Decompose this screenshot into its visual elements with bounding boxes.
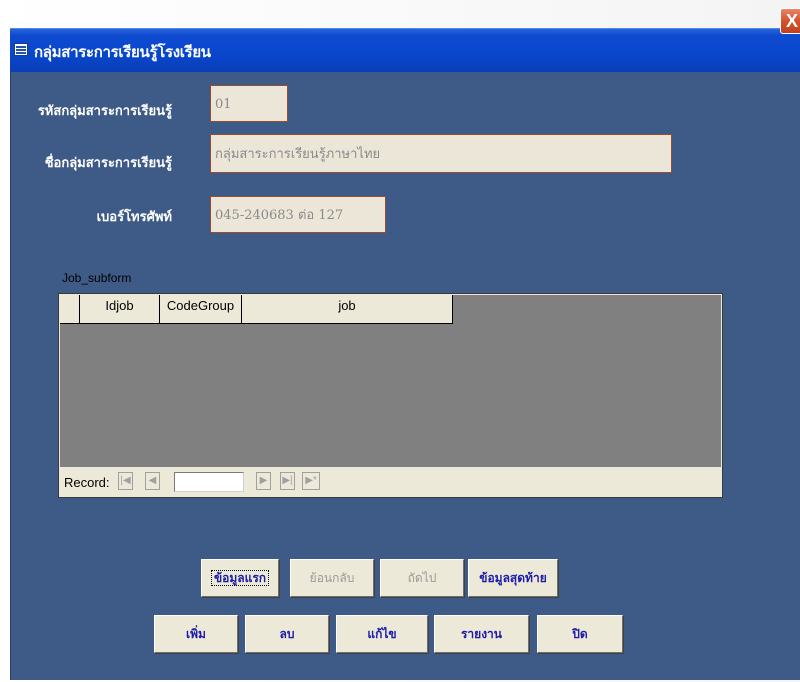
record-number-input[interactable] [174,472,244,492]
next-record-icon[interactable]: ▶ [256,472,271,490]
first-record-button-label: ข้อมูลแรก [210,570,270,586]
add-button[interactable]: เพิ่ม [154,615,238,653]
column-header-job[interactable]: job [242,295,453,324]
column-header-idjob[interactable]: Idjob [80,295,160,324]
group-name-label: ชื่อกลุ่มสาระการเรียนรู้ [44,156,172,171]
close-form-button[interactable]: ปิด [537,615,623,653]
new-record-icon[interactable]: ▶* [302,472,320,490]
first-record-button[interactable]: ข้อมูลแรก [201,559,279,597]
phone-label: เบอร์โทรศัพท์ [96,210,172,225]
edit-button[interactable]: แก้ไข [336,615,428,653]
window-title: กลุ่มสาระการเรียนรู้โรงเรียน [34,43,211,61]
phone-field[interactable]: 045-240683 ต่อ 127 [210,196,386,233]
title-bar: กลุ่มสาระการเรียนรู้โรงเรียน [10,28,800,72]
next-button[interactable]: ถัดไป [380,559,464,597]
first-record-icon[interactable]: |◀ [118,472,133,490]
delete-button[interactable]: ลบ [245,615,329,653]
group-code-label: รหัสกลุ่มสาระการเรียนรู้ [37,104,172,119]
report-button[interactable]: รายงาน [434,615,529,653]
previous-record-icon[interactable]: ◀ [145,472,160,490]
group-name-field[interactable]: กลุ่มสาระการเรียนรู้ภาษาไทย [210,134,672,173]
subform-label: Job_subform [62,271,132,285]
record-selector-header[interactable] [60,295,80,324]
form-icon [14,43,28,56]
column-header-codegroup[interactable]: CodeGroup [160,295,242,324]
last-record-icon[interactable]: ▶| [280,472,295,490]
close-window-button[interactable]: X [780,8,800,34]
group-code-field[interactable]: 01 [210,85,288,122]
previous-button[interactable]: ย้อนกลับ [290,559,374,597]
job-subform: Idjob CodeGroup job Record: |◀ ◀ ▶ ▶| ▶* [58,293,723,498]
datasheet-grid[interactable]: Idjob CodeGroup job [60,295,721,467]
record-label: Record: [64,475,110,490]
last-record-button[interactable]: ข้อมูลสุดท้าย [468,559,558,597]
record-navigation-bar: Record: |◀ ◀ ▶ ▶| ▶* [60,469,721,497]
